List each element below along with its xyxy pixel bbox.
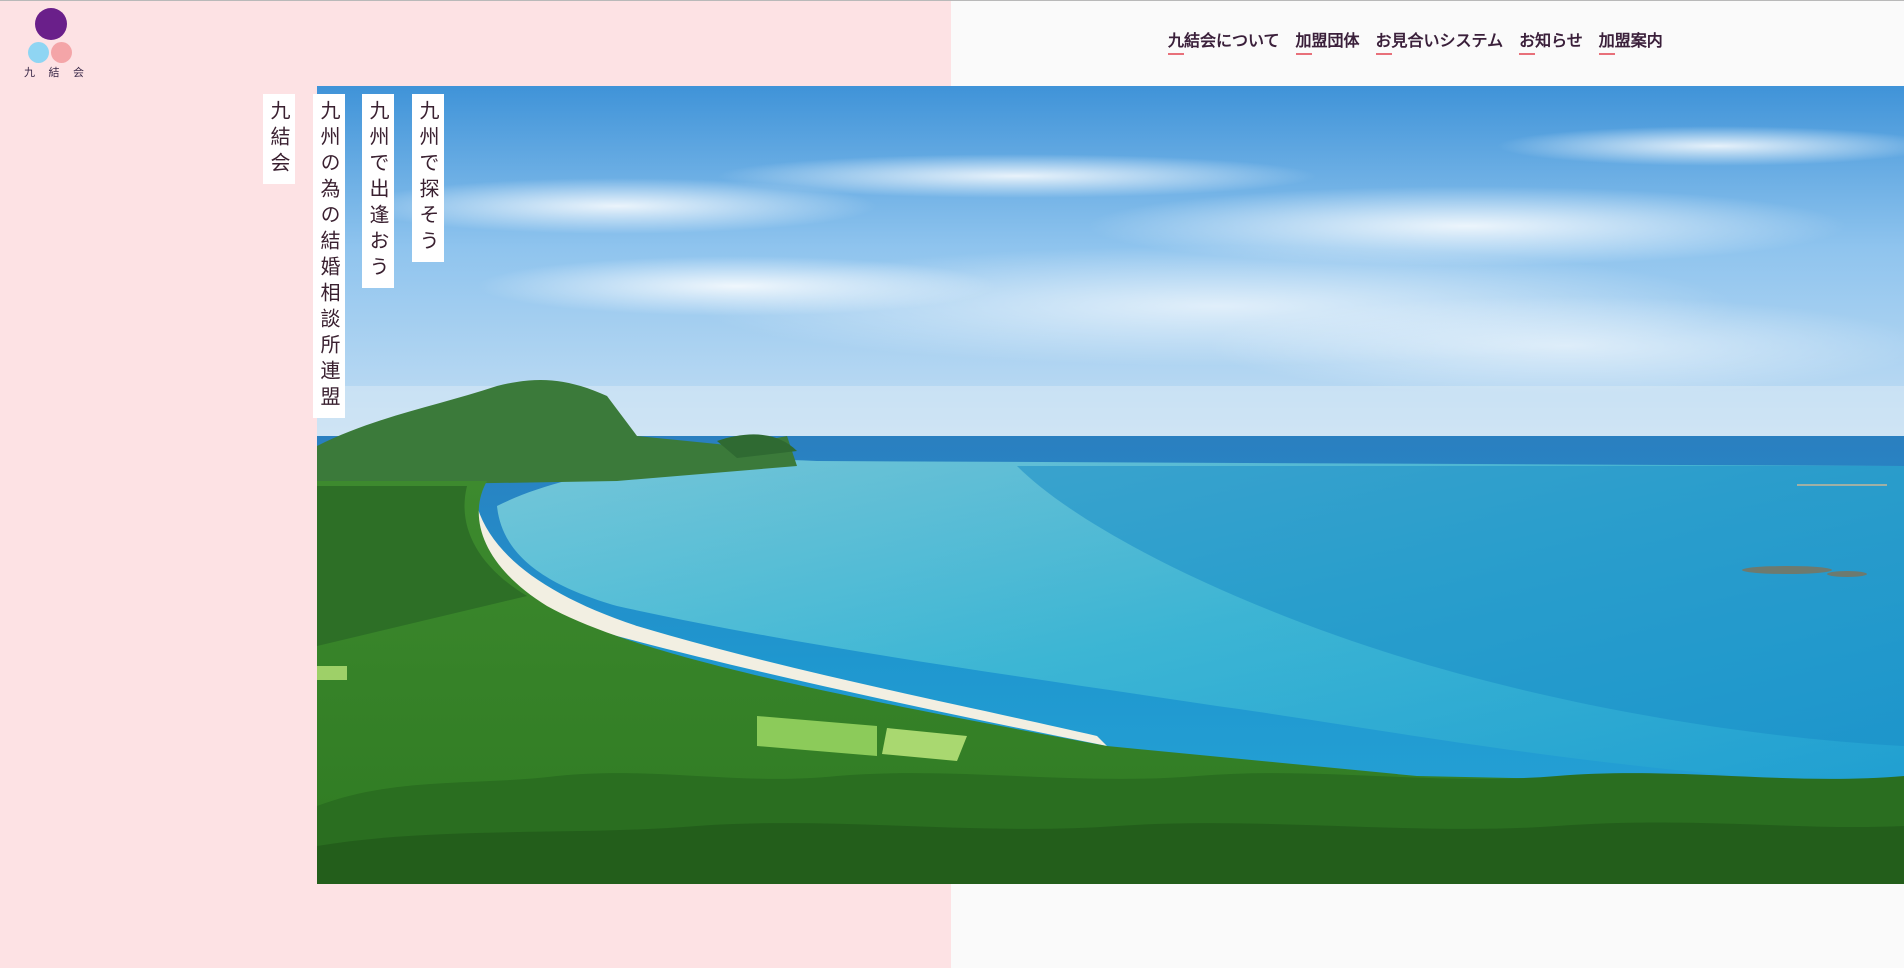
logo-purple-circle (35, 8, 67, 40)
tagline-federation: 九州の為の結婚相談所連盟 (313, 94, 345, 418)
tagline-meet: 九州で出逢おう (362, 94, 394, 288)
nav-item-omiai-system[interactable]: お見合いシステム (1375, 30, 1503, 55)
nav-item-members[interactable]: 加盟団体 (1295, 30, 1360, 55)
logo-blue-circle (28, 42, 49, 63)
logo-text: 九 結 会 (24, 66, 89, 79)
page: 九 結 会 九結会について 加盟団体 お見合いシステム お知らせ 加盟案内 九結… (0, 0, 1904, 968)
hero-image (317, 86, 1904, 884)
tagline-brand: 九結会 (263, 94, 295, 184)
nav-item-join-guide[interactable]: 加盟案内 (1598, 30, 1663, 55)
main-nav: 九結会について 加盟団体 お見合いシステム お知らせ 加盟案内 (1168, 30, 1663, 55)
logo[interactable]: 九 結 会 (24, 8, 89, 80)
tagline-search: 九州で探そう (412, 94, 444, 262)
nav-item-about[interactable]: 九結会について (1168, 30, 1280, 55)
hero-landscape-illustration (317, 86, 1904, 884)
logo-pink-circle (51, 42, 72, 63)
nav-item-news[interactable]: お知らせ (1519, 30, 1583, 55)
